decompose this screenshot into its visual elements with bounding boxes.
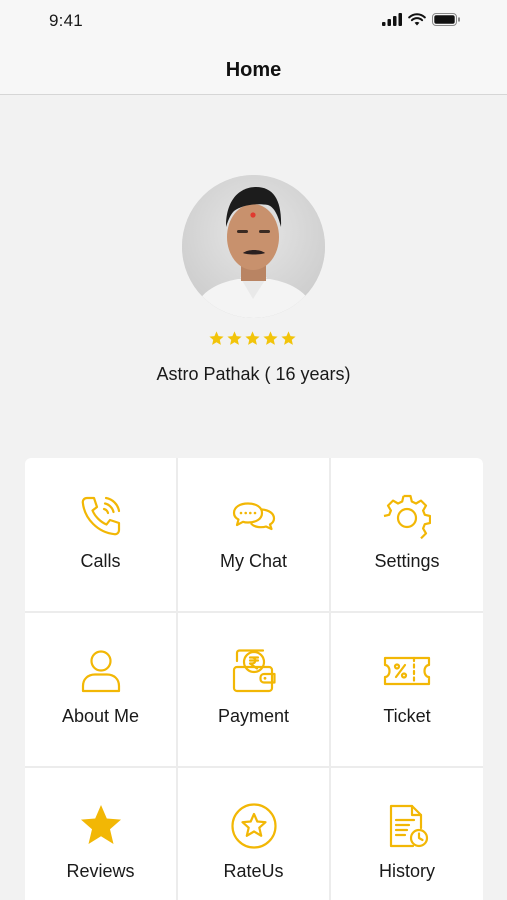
status-icons bbox=[382, 13, 461, 26]
ticket-icon bbox=[383, 647, 431, 695]
star-icon bbox=[263, 331, 278, 345]
menu-tile-reviews[interactable]: Reviews bbox=[25, 768, 176, 900]
star-icon bbox=[245, 331, 260, 345]
menu-tile-label: Settings bbox=[374, 551, 440, 571]
star-icon bbox=[209, 331, 224, 345]
menu-tile-label: Payment bbox=[217, 706, 290, 726]
menu-tile-calls[interactable]: Calls bbox=[25, 458, 176, 611]
star-icon bbox=[281, 331, 296, 345]
rupee-wallet-icon bbox=[230, 647, 278, 695]
gear-icon bbox=[383, 492, 431, 540]
status-bar: 9:41 bbox=[0, 0, 507, 44]
menu-tile-label: Ticket bbox=[383, 706, 431, 726]
avatar[interactable] bbox=[182, 175, 325, 318]
menu-tile-ticket[interactable]: Ticket bbox=[331, 613, 483, 766]
menu-tile-label: Calls bbox=[80, 551, 121, 571]
profile-name: Astro Pathak ( 16 years) bbox=[156, 364, 351, 384]
star-icon bbox=[227, 331, 242, 345]
menu-tile-about-me[interactable]: About Me bbox=[25, 613, 176, 766]
status-time: 9:41 bbox=[49, 11, 83, 30]
menu-tile-settings[interactable]: Settings bbox=[331, 458, 483, 611]
menu-tile-payment[interactable]: Payment bbox=[178, 613, 329, 766]
menu-tile-label: My Chat bbox=[219, 551, 288, 571]
profile-photo bbox=[182, 175, 325, 318]
star-icon bbox=[77, 802, 125, 850]
page-title: Home bbox=[225, 58, 282, 81]
menu-tile-rate-us[interactable]: RateUs bbox=[178, 768, 329, 900]
menu-tile-label: RateUs bbox=[223, 861, 284, 881]
user-icon bbox=[77, 647, 125, 695]
phone-icon bbox=[77, 492, 125, 540]
wifi-icon bbox=[408, 13, 426, 26]
menu-tile-label: History bbox=[378, 861, 435, 881]
battery-icon bbox=[432, 13, 460, 26]
star-circle-icon bbox=[230, 802, 278, 850]
document-clock-icon bbox=[383, 802, 431, 850]
menu-tile-label: Reviews bbox=[66, 861, 135, 881]
menu-tile-my-chat[interactable]: My Chat bbox=[178, 458, 329, 611]
navigation-bar: Home bbox=[0, 44, 507, 95]
menu-grid: Calls My Chat Settings About Me Payment … bbox=[25, 458, 483, 900]
menu-tile-label: About Me bbox=[61, 706, 140, 726]
rating-stars bbox=[208, 330, 297, 347]
cellular-signal-icon bbox=[382, 13, 402, 26]
chat-bubbles-icon bbox=[230, 492, 278, 540]
menu-tile-history[interactable]: History bbox=[331, 768, 483, 900]
